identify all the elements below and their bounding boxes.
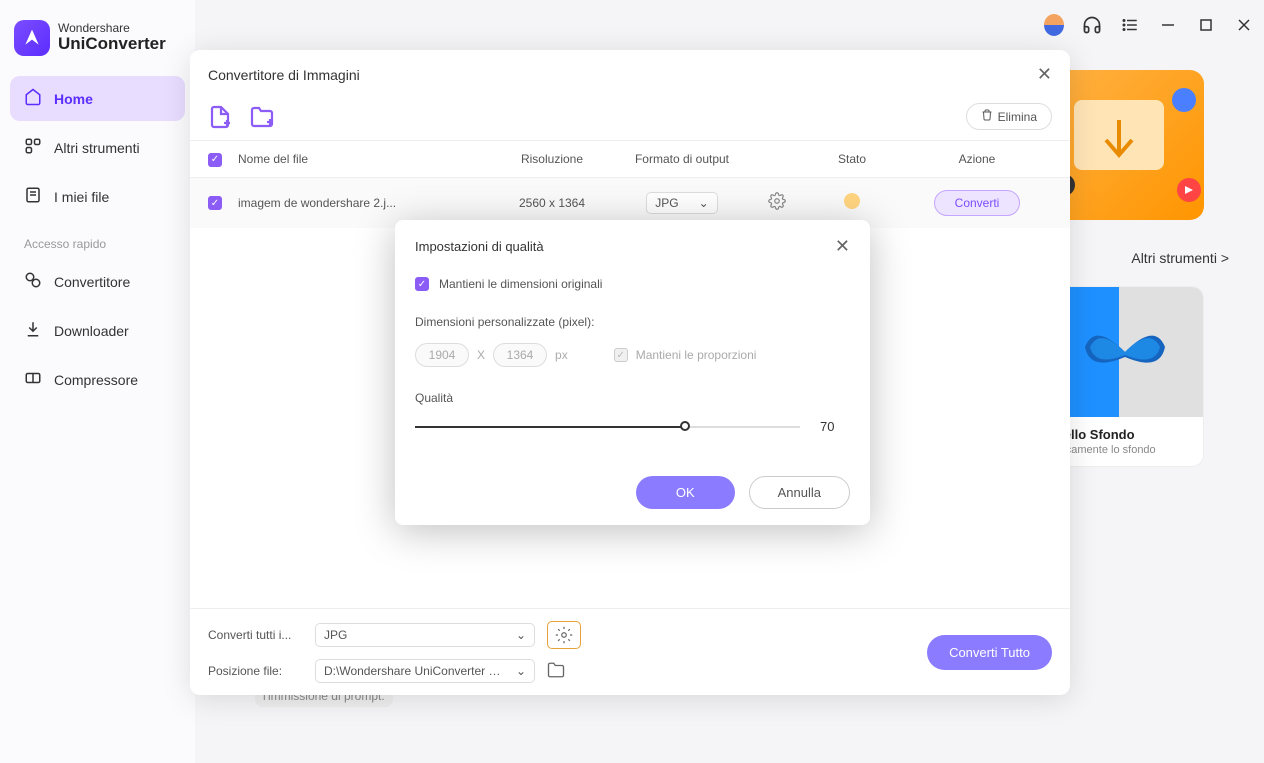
sidebar-section-label: Accesso rapido bbox=[10, 223, 185, 259]
col-action: Azione bbox=[902, 152, 1052, 166]
col-status: Stato bbox=[802, 152, 902, 166]
select-all-checkbox[interactable] bbox=[208, 153, 222, 167]
convert-button[interactable]: Converti bbox=[934, 190, 1021, 216]
pending-icon bbox=[844, 193, 860, 209]
sidebar-item-downloader[interactable]: Downloader bbox=[10, 308, 185, 353]
sidebar-item-label: Compressore bbox=[54, 372, 138, 388]
format-select[interactable]: JPG⌄ bbox=[646, 192, 717, 214]
close-icon[interactable]: ✕ bbox=[1037, 64, 1052, 85]
custom-dimensions-label: Dimensioni personalizzate (pixel): bbox=[415, 315, 850, 329]
close-icon[interactable] bbox=[1234, 15, 1254, 35]
sidebar-item-tools[interactable]: Altri strumenti bbox=[10, 125, 185, 170]
minimize-icon[interactable] bbox=[1158, 15, 1178, 35]
keep-original-checkbox[interactable] bbox=[415, 277, 429, 291]
file-name: imagem de wondershare 2.j... bbox=[238, 196, 492, 210]
row-checkbox[interactable] bbox=[208, 196, 222, 210]
add-file-icon[interactable] bbox=[208, 105, 232, 129]
quality-settings-dialog: Impostazioni di qualità ✕ Mantieni le di… bbox=[395, 220, 870, 525]
file-icon bbox=[24, 186, 42, 207]
convert-all-format-select[interactable]: JPG⌄ bbox=[315, 623, 535, 647]
menu-list-icon[interactable] bbox=[1120, 15, 1140, 35]
quality-value: 70 bbox=[820, 419, 850, 434]
ok-button[interactable]: OK bbox=[636, 476, 735, 509]
trash-icon bbox=[981, 109, 993, 124]
delete-button[interactable]: Elimina bbox=[966, 103, 1052, 130]
col-name: Nome del file bbox=[238, 152, 492, 166]
quality-slider[interactable] bbox=[415, 425, 800, 429]
file-position-label: Posizione file: bbox=[208, 664, 303, 678]
app-logo-icon bbox=[14, 20, 50, 56]
quality-label: Qualità bbox=[415, 391, 850, 405]
avatar-icon[interactable] bbox=[1044, 15, 1064, 35]
quality-dialog-title: Impostazioni di qualità bbox=[415, 239, 544, 254]
open-folder-icon[interactable] bbox=[547, 661, 565, 682]
chevron-down-icon: ⌄ bbox=[699, 196, 709, 210]
sidebar-item-converter[interactable]: Convertitore bbox=[10, 259, 185, 304]
grid-icon bbox=[24, 137, 42, 158]
sidebar-item-label: I miei file bbox=[54, 189, 109, 205]
width-input[interactable] bbox=[415, 343, 469, 367]
file-position-select[interactable]: D:\Wondershare UniConverter 16\I⌄ bbox=[315, 659, 535, 683]
sidebar-item-label: Downloader bbox=[54, 323, 129, 339]
keep-original-label: Mantieni le dimensioni originali bbox=[439, 277, 602, 291]
col-format: Formato di output bbox=[612, 152, 752, 166]
cancel-button[interactable]: Annulla bbox=[749, 476, 850, 509]
convert-all-label: Converti tutti i... bbox=[208, 628, 303, 642]
sidebar-item-compressor[interactable]: Compressore bbox=[10, 357, 185, 402]
download-icon bbox=[24, 320, 42, 341]
row-settings-icon[interactable] bbox=[768, 199, 786, 213]
px-label: px bbox=[555, 348, 568, 362]
sidebar-item-files[interactable]: I miei file bbox=[10, 174, 185, 219]
close-icon[interactable]: ✕ bbox=[835, 236, 850, 257]
sidebar-item-label: Home bbox=[54, 91, 93, 107]
sidebar: Wondershare UniConverter Home Altri stru… bbox=[0, 0, 195, 763]
home-icon bbox=[24, 88, 42, 109]
headset-icon[interactable] bbox=[1082, 15, 1102, 35]
add-folder-icon[interactable] bbox=[250, 105, 274, 129]
file-resolution: 2560 x 1364 bbox=[492, 196, 612, 210]
chevron-down-icon: ⌄ bbox=[516, 664, 526, 678]
sidebar-item-home[interactable]: Home bbox=[10, 76, 185, 121]
dialog-title: Convertitore di Immagini bbox=[208, 67, 360, 83]
global-settings-icon[interactable] bbox=[547, 621, 581, 649]
by-label: X bbox=[477, 348, 485, 362]
converter-icon bbox=[24, 271, 42, 292]
brand-bottom: UniConverter bbox=[58, 35, 166, 54]
table-header: Nome del file Risoluzione Formato di out… bbox=[190, 140, 1070, 178]
sidebar-item-label: Altri strumenti bbox=[54, 140, 140, 156]
convert-all-button[interactable]: Converti Tutto bbox=[927, 635, 1052, 670]
chevron-down-icon: ⌄ bbox=[516, 628, 526, 642]
logo: Wondershare UniConverter bbox=[0, 20, 195, 76]
col-resolution: Risoluzione bbox=[492, 152, 612, 166]
sidebar-item-label: Convertitore bbox=[54, 274, 130, 290]
maximize-icon[interactable] bbox=[1196, 15, 1216, 35]
keep-ratio-label: Mantieni le proporzioni bbox=[636, 348, 757, 362]
height-input[interactable] bbox=[493, 343, 547, 367]
compressor-icon bbox=[24, 369, 42, 390]
keep-ratio-checkbox bbox=[614, 348, 628, 362]
